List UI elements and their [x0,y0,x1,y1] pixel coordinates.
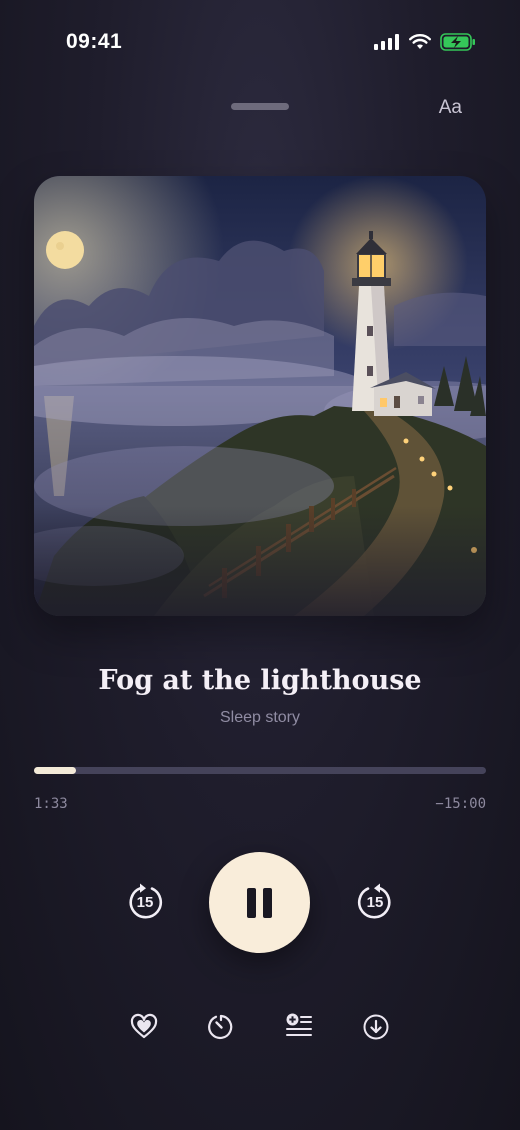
pause-icon [263,888,272,918]
battery-charging-icon [440,33,475,51]
add-to-queue-icon [286,1013,312,1036]
wifi-icon [409,34,431,49]
bottom-action-bar [0,1012,520,1042]
status-time: 09:41 [66,30,123,53]
sheet-handle[interactable] [231,103,289,110]
download-button[interactable] [361,1012,391,1042]
progress-scrubber[interactable] [34,767,486,774]
skip-forward-15-button[interactable]: 15 [355,882,395,922]
download-icon [363,1014,389,1040]
track-subtitle: Sleep story [219,709,301,726]
status-icons [374,33,476,51]
sleep-timer-button[interactable] [206,1012,236,1042]
progress-fill [34,767,77,774]
track-title: Fog at the lighthouse [98,665,422,696]
skip-forward-seconds: 15 [366,894,384,911]
skip-back-seconds: 15 [136,894,154,911]
add-to-queue-button[interactable] [284,1012,314,1042]
signal-icon [374,34,399,50]
font-settings-button[interactable]: Aa [439,97,462,119]
sleep-timer-icon [208,1014,233,1040]
elapsed-time: 1:33 [34,796,68,812]
favorite-button[interactable] [129,1012,159,1042]
heart-icon [130,1013,158,1039]
skip-back-15-button[interactable]: 15 [125,882,165,922]
lighthouse-illustration [34,176,486,616]
remaining-time: −15:00 [435,796,486,812]
status-bar: 09:41 [0,0,520,84]
playback-controls: 15 15 [0,852,520,953]
pause-icon [247,888,256,918]
artwork [34,176,486,616]
pause-button[interactable] [209,852,310,953]
